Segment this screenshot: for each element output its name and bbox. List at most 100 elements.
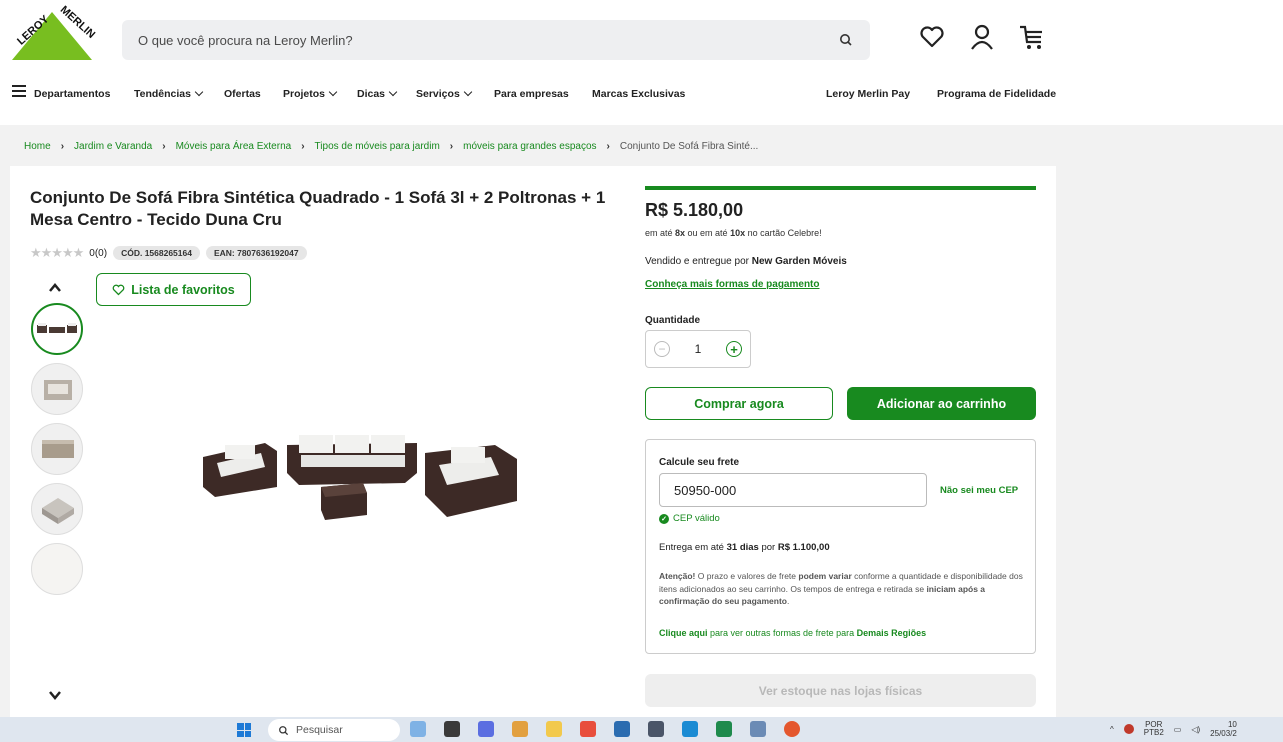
copilot-icon[interactable] — [512, 721, 528, 737]
installments-text: em até 8x ou em até 10x no cartão Celebr… — [645, 228, 822, 238]
menu-hamburger-icon[interactable] — [12, 85, 26, 97]
antivirus-icon[interactable] — [1123, 724, 1134, 734]
site-header: LEROY MERLIN O que você procura na Leroy… — [0, 0, 1283, 125]
product-main-image[interactable] — [195, 425, 525, 525]
header-actions — [918, 22, 1046, 52]
taskbar-apps — [410, 721, 800, 737]
word-icon[interactable] — [614, 721, 630, 737]
nav-programa-fidelidade[interactable]: Programa de Fidelidade — [937, 88, 1056, 100]
taskbar-clock[interactable]: 10 25/03/2 — [1210, 720, 1237, 738]
leroy-merlin-logo[interactable]: LEROY MERLIN — [6, 2, 98, 66]
cep-valid-text: CEP válido — [673, 513, 720, 524]
breadcrumb-current: Conjunto De Sofá Fibra Sinté... — [619, 141, 759, 152]
unknown-cep-link[interactable]: Não sei meu CEP — [940, 485, 1018, 496]
store-icon[interactable] — [580, 721, 596, 737]
search-icon[interactable] — [838, 32, 854, 48]
widgets-icon[interactable] — [410, 721, 426, 737]
product-thumbnail[interactable] — [31, 363, 83, 415]
shipping-title: Calcule seu frete — [659, 457, 740, 468]
taskbar-search[interactable]: Pesquisar — [268, 719, 400, 741]
search-bar[interactable]: O que você procura na Leroy Merlin? — [122, 20, 870, 60]
nav-projetos[interactable]: Projetos — [283, 87, 338, 100]
thumbnails-up-arrow-icon[interactable] — [48, 281, 62, 295]
rating-count: 0(0) — [89, 247, 108, 259]
add-to-cart-button[interactable]: Adicionar ao carrinho — [847, 387, 1036, 420]
calculator-icon[interactable] — [648, 721, 664, 737]
rating-stars-icon[interactable]: ★★★★★ — [30, 245, 84, 261]
quantity-plus-icon[interactable]: + — [726, 341, 742, 357]
chevron-down-icon — [388, 87, 398, 97]
task-view-icon[interactable] — [444, 721, 460, 737]
payment-methods-link[interactable]: Conheça mais formas de pagamento — [645, 279, 820, 290]
tray-chevron-up-icon[interactable]: ^ — [1110, 725, 1114, 734]
app-icon[interactable] — [750, 721, 766, 737]
favorites-heart-icon[interactable] — [918, 22, 946, 52]
nav-para-empresas[interactable]: Para empresas — [494, 88, 569, 100]
cep-input[interactable]: 50950-000 — [659, 473, 927, 507]
breadcrumb-separator: › — [162, 141, 166, 152]
breadcrumb-tipos-moveis[interactable]: Tipos de móveis para jardim — [315, 141, 440, 152]
network-icon[interactable]: ▭ — [1174, 725, 1182, 734]
nav-ofertas[interactable]: Ofertas — [224, 88, 261, 100]
language-indicator[interactable]: POR PTB2 — [1144, 721, 1164, 737]
chrome-icon[interactable] — [784, 721, 800, 737]
breadcrumb-moveis-area-externa[interactable]: Móveis para Área Externa — [176, 141, 292, 152]
product-thumbnail[interactable] — [31, 483, 83, 535]
thumbnails-down-arrow-icon[interactable] — [48, 688, 62, 702]
volume-icon[interactable]: ◁) — [1191, 725, 1200, 734]
breadcrumb-jardim[interactable]: Jardim e Varanda — [74, 141, 152, 152]
chevron-down-icon — [194, 87, 204, 97]
nav-dicas[interactable]: Dicas — [357, 87, 398, 100]
nav-leroy-merlin-pay[interactable]: Leroy Merlin Pay — [826, 88, 910, 100]
breadcrumb: Home › Jardim e Varanda › Móveis para Área E… — [24, 141, 758, 152]
other-shipping-link[interactable]: Clique aqui para ver outras formas de fr… — [659, 628, 926, 638]
quantity-label: Quantidade — [645, 315, 701, 326]
nav-tendencias[interactable]: Tendências — [134, 87, 204, 100]
breadcrumb-grandes-espacos[interactable]: móveis para grandes espaços — [463, 141, 596, 152]
system-tray: ^ POR PTB2 ▭ ◁) 10 25/03/2 — [1110, 720, 1237, 738]
breadcrumb-separator: › — [301, 141, 305, 152]
search-input[interactable]: O que você procura na Leroy Merlin? — [138, 33, 838, 48]
excel-icon[interactable] — [716, 721, 732, 737]
taskbar-search-label: Pesquisar — [296, 724, 343, 736]
seller-info: Vendido e entregue por New Garden Móveis — [645, 256, 847, 267]
product-title: Conjunto De Sofá Fibra Sintética Quadrad… — [30, 188, 606, 229]
file-explorer-icon[interactable] — [546, 721, 562, 737]
chat-icon[interactable] — [478, 721, 494, 737]
breadcrumb-separator: › — [606, 141, 610, 152]
product-ean-badge: EAN: 7807636192047 — [205, 246, 307, 260]
add-to-favorites-button[interactable]: Lista de favoritos — [96, 273, 251, 306]
breadcrumb-home[interactable]: Home — [24, 141, 51, 152]
product-rating-row: ★★★★★ 0(0) CÓD. 1568265164 EAN: 78076361… — [30, 245, 307, 261]
windows-start-icon[interactable] — [237, 723, 251, 737]
chevron-down-icon — [328, 87, 338, 97]
user-account-icon[interactable] — [968, 22, 996, 52]
heart-icon — [112, 284, 125, 295]
page: LEROY MERLIN O que você procura na Leroy… — [0, 0, 1283, 742]
windows-taskbar: Pesquisar ^ POR PTB2 ▭ ◁) 10 25/03/2 — [0, 717, 1283, 742]
buy-box-top-line — [645, 186, 1036, 190]
chevron-down-icon — [463, 87, 473, 97]
quantity-value[interactable]: 1 — [695, 342, 702, 356]
buy-now-button[interactable]: Comprar agora — [645, 387, 833, 420]
check-circle-icon: ✓ — [659, 513, 669, 524]
delivery-estimate: Entrega em até 31 dias por R$ 1.100,00 — [659, 542, 830, 553]
quantity-minus-icon[interactable]: − — [654, 341, 670, 357]
breadcrumb-separator: › — [60, 141, 65, 152]
favorites-label: Lista de favoritos — [131, 282, 235, 297]
edge-icon[interactable] — [682, 721, 698, 737]
nav-departamentos[interactable]: Departamentos — [34, 88, 110, 100]
shipping-calculator: Calcule seu frete 50950-000 Não sei meu … — [645, 439, 1036, 654]
product-thumbnail[interactable] — [31, 423, 83, 475]
product-price: R$ 5.180,00 — [645, 200, 744, 220]
shipping-warning: Atenção! O prazo e valores de frete pode… — [659, 571, 1023, 606]
nav-servicos[interactable]: Serviços — [416, 87, 473, 100]
product-thumbnail[interactable] — [31, 543, 83, 595]
cep-valid-status: ✓ CEP válido — [659, 513, 720, 524]
quantity-stepper: − 1 + — [645, 330, 751, 368]
breadcrumb-separator: › — [449, 141, 454, 152]
shopping-cart-icon[interactable] — [1018, 22, 1046, 52]
nav-marcas-exclusivas[interactable]: Marcas Exclusivas — [592, 88, 685, 100]
product-thumbnail[interactable] — [31, 303, 83, 355]
check-store-stock-button[interactable]: Ver estoque nas lojas físicas — [645, 674, 1036, 707]
